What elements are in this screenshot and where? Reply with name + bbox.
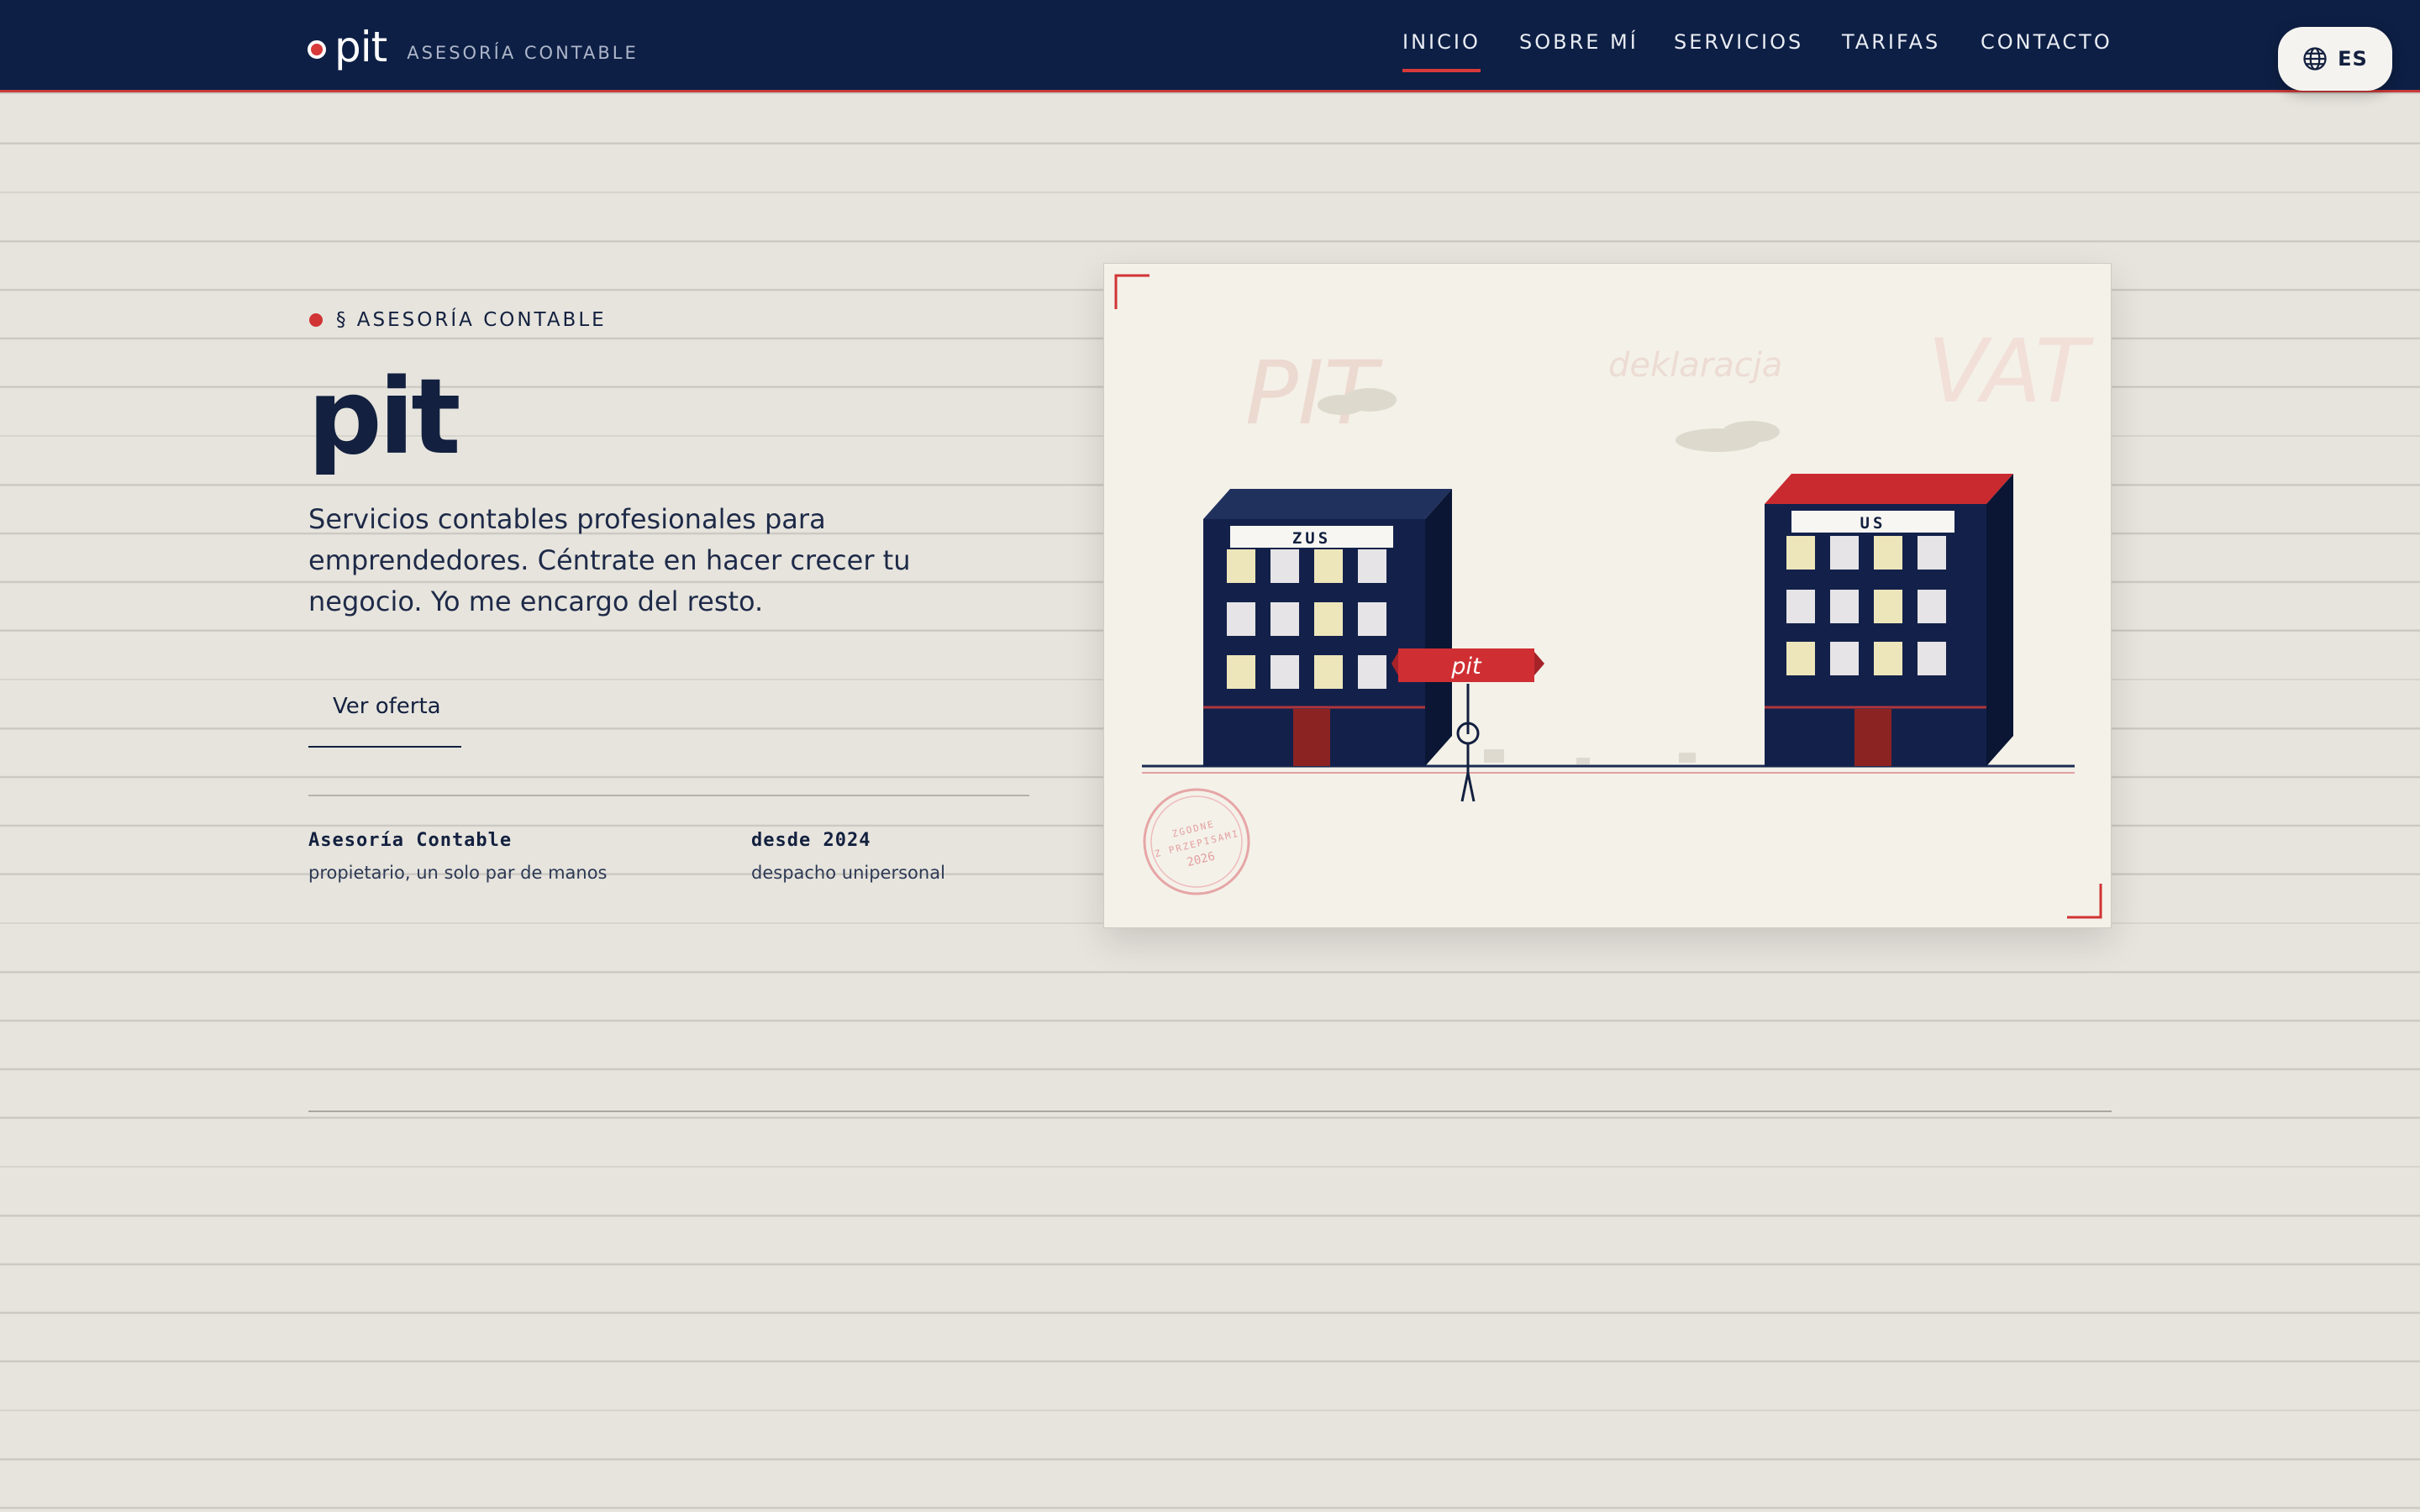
brand-dot-icon — [308, 40, 326, 59]
nav-item-sobre-mi[interactable]: SOBRE MÍ — [1519, 30, 1639, 54]
stamp-year: 2026 — [1186, 850, 1217, 870]
meta-subtitle: propietario, un solo par de manos — [308, 863, 608, 883]
meta-title: desde 2024 — [751, 830, 871, 851]
meta-item-owner: Asesoría Contable propietario, un solo p… — [308, 830, 608, 883]
section-divider — [308, 1110, 2112, 1112]
hero-description: Servicios contables profesionales para e… — [308, 503, 911, 617]
building-us-label: US — [1860, 514, 1886, 533]
top-navigation-bar: pit ASESORÍA CONTABLE INICIO SOBRE MÍ SE… — [0, 0, 2420, 92]
nav-item-inicio[interactable]: INICIO — [1402, 30, 1481, 72]
building-zus-label: ZUS — [1292, 529, 1331, 548]
nav-item-tarifas[interactable]: TARIFAS — [1842, 30, 1940, 54]
meta-subtitle: despacho unipersonal — [751, 863, 945, 883]
cloud-right — [1676, 421, 1780, 452]
nav-item-contacto[interactable]: CONTACTO — [1981, 30, 2112, 54]
building-us: US — [1765, 474, 2013, 766]
meta-item-since: desde 2024 despacho unipersonal — [751, 830, 945, 883]
bg-word-deklaracja: deklaracja — [1608, 346, 1782, 385]
meta-title: Asesoría Contable — [308, 830, 513, 851]
eyebrow-text: § ASESORÍA CONTABLE — [336, 309, 607, 331]
nav-item-servicios[interactable]: SERVICIOS — [1674, 30, 1803, 54]
brand-logo[interactable]: pit ASESORÍA CONTABLE — [308, 22, 639, 72]
brand-name: pit — [334, 23, 387, 71]
bg-word-vat: VAT — [1928, 320, 2095, 423]
hero-illustration-card: PIT deklaracja VAT ZUS US pit ZGODNE Z P… — [1103, 263, 2112, 928]
view-offer-label: Ver oferta — [333, 694, 441, 719]
brand-subtitle: ASESORÍA CONTABLE — [407, 43, 639, 63]
divider — [308, 795, 1029, 796]
building-zus: ZUS — [1203, 489, 1452, 766]
hero-eyebrow: § ASESORÍA CONTABLE — [309, 309, 607, 331]
globe-icon — [2303, 47, 2327, 71]
language-switcher-button[interactable]: ES — [2278, 27, 2392, 91]
compliance-stamp: ZGODNE Z PRZEPISAMI 2026 — [1143, 788, 1250, 895]
view-offer-button[interactable]: Ver oferta — [308, 685, 461, 748]
corner-bracket-top-left — [1114, 274, 1150, 309]
sign-label: pit — [1450, 654, 1482, 680]
language-code: ES — [2338, 47, 2368, 71]
corner-bracket-bottom-right — [2067, 884, 2102, 919]
offices-illustration: PIT deklaracja VAT ZUS US pit ZGODNE Z P… — [1114, 274, 2102, 919]
eyebrow-dot-icon — [309, 313, 323, 327]
hero-title: pit — [308, 357, 461, 478]
